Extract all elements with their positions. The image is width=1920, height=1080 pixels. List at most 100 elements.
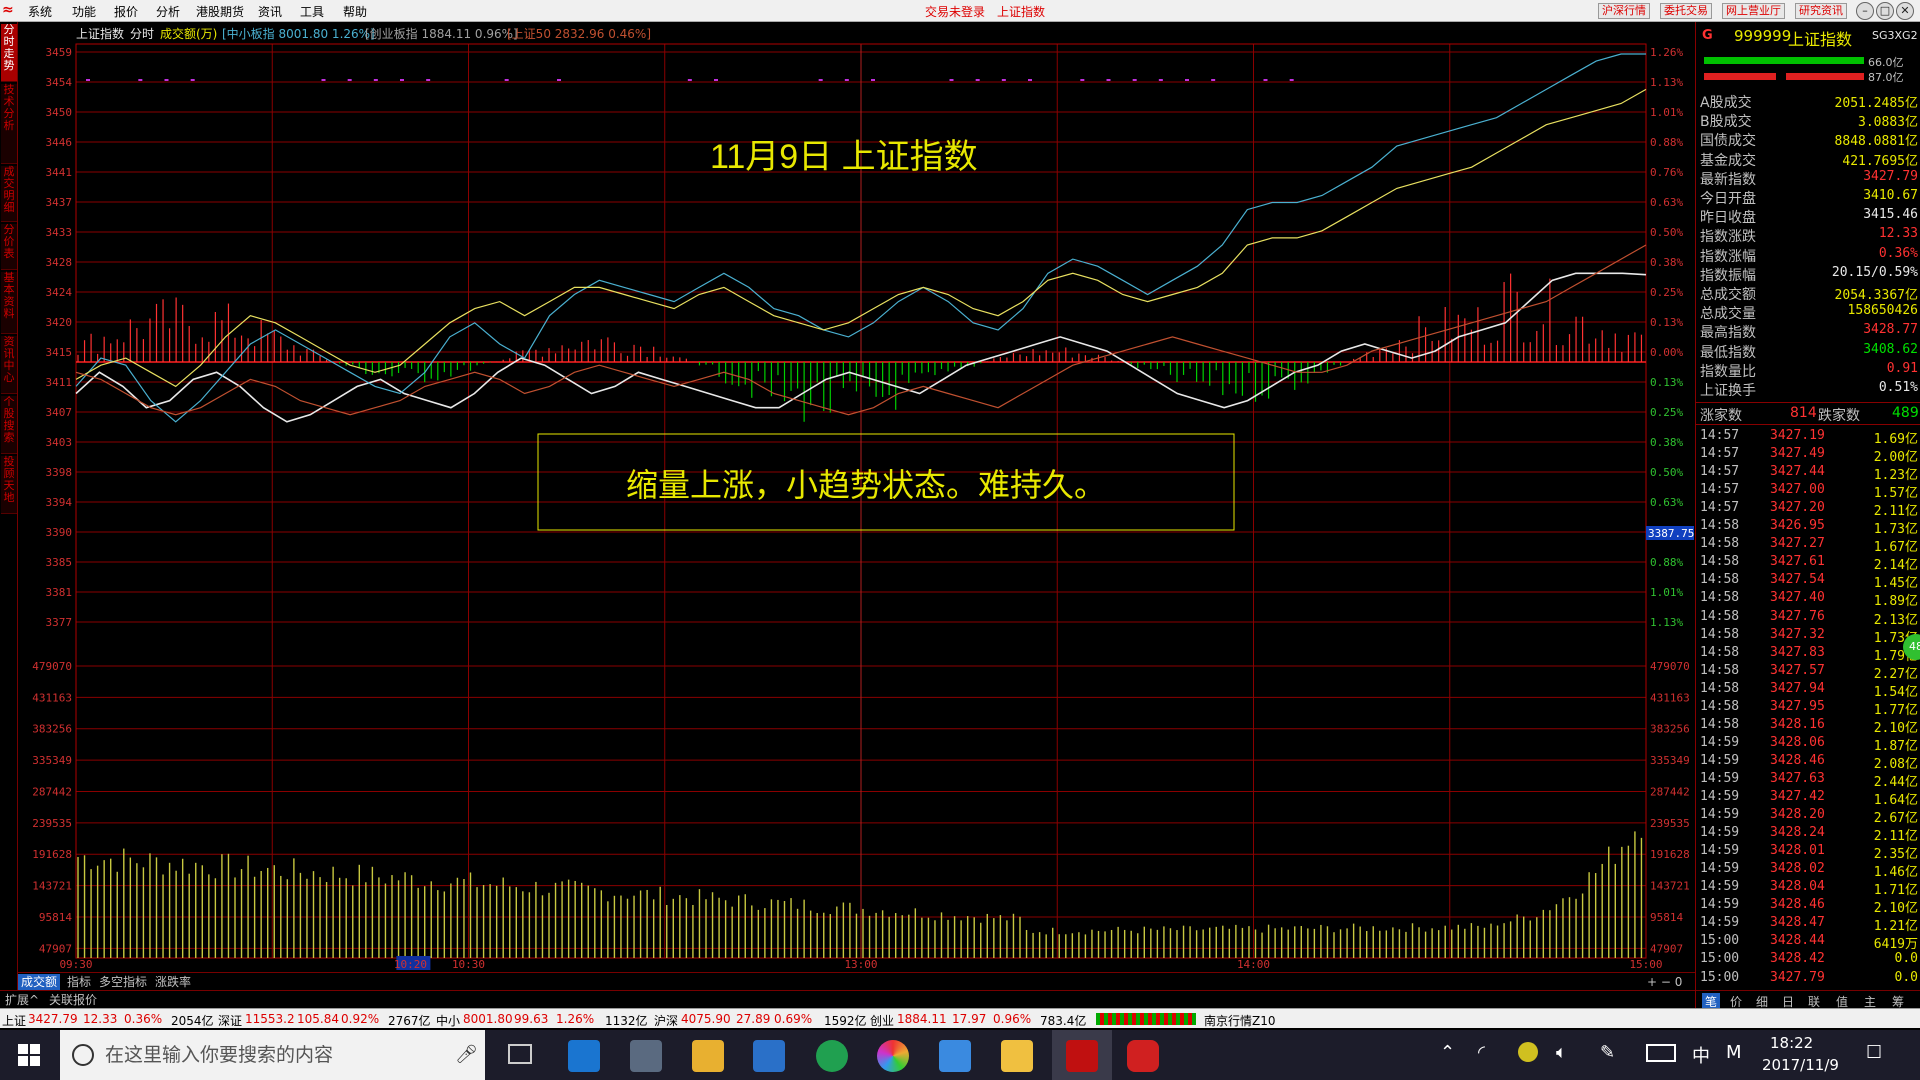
ime-mode[interactable]: 中 (1692, 1042, 1710, 1068)
sidebar-tab-fundamentals[interactable]: 基本资料 (1, 272, 17, 334)
search-circle-icon (72, 1044, 94, 1066)
minimize-icon[interactable]: – (1856, 2, 1874, 20)
zoom-controls[interactable]: + − 0 (1644, 974, 1685, 990)
chart-mode[interactable]: 分时 (130, 27, 154, 41)
close-icon[interactable]: ✕ (1896, 2, 1914, 20)
tick-price: 3426.95 (1770, 518, 1825, 534)
menu-analysis[interactable]: 分析 (156, 3, 180, 20)
extension-bar: 扩展^ 关联报价 (0, 990, 1695, 1008)
tick-time: 14:58 (1700, 698, 1740, 714)
index-gem: [创业板指 1884.11 0.96%] (365, 26, 518, 41)
stat-label: 最新指数 (1700, 171, 1756, 188)
order-trade-button[interactable]: 委托交易 (1660, 3, 1712, 19)
research-button[interactable]: 研究资讯 (1795, 3, 1847, 19)
tick-row: 14:59 3428.01 2.35亿 (1700, 843, 1918, 862)
edge-browser-icon[interactable] (568, 1040, 600, 1072)
active-app-slot[interactable] (1052, 1030, 1112, 1080)
volume-tick-label: 47907 (39, 942, 72, 955)
taskbar-search-input[interactable]: 在这里输入你要搜索的内容 (60, 1030, 485, 1080)
network-icon[interactable]: ◜ (1478, 1042, 1485, 1063)
bar2-right (1786, 73, 1864, 80)
stock-app-icon[interactable] (1066, 1040, 1098, 1072)
app-logo-icon[interactable]: ≈ (2, 2, 18, 18)
trade-login-status[interactable]: 交易未登录 (925, 3, 985, 20)
sidebar-tab-news[interactable]: 资讯中心 (1, 336, 17, 394)
status-hs-label[interactable]: 沪深 (654, 1012, 678, 1029)
status-sz-label[interactable]: 深证 (218, 1012, 242, 1029)
pct-tick-label: 0.76% (1650, 166, 1683, 179)
tab-advance-ratio[interactable]: 涨跌率 (152, 974, 194, 990)
security-tray-icon[interactable] (1518, 1042, 1538, 1062)
intraday-chart[interactable]: 3459 3454 3450 3446 3441 3437 3433 3428 3424 3420… (18, 22, 1695, 972)
color-app-icon[interactable] (877, 1040, 909, 1072)
pct-tick-label: 1.01% (1650, 106, 1683, 119)
tick-time: 14:58 (1700, 572, 1740, 588)
volume-tick-label: 479070 (32, 660, 72, 673)
tab-amount[interactable]: 成交额 (18, 974, 61, 990)
citic-app-icon[interactable] (1127, 1040, 1159, 1072)
green-app-icon[interactable] (816, 1040, 848, 1072)
shsz-quote-button[interactable]: 沪深行情 (1598, 3, 1650, 19)
status-gem-label[interactable]: 创业 (870, 1012, 894, 1029)
stat-value: 158650426 (1847, 303, 1918, 319)
tick-price: 3428.20 (1770, 807, 1825, 823)
menu-tools[interactable]: 工具 (300, 3, 324, 20)
sidebar-tab-advisor[interactable]: 投顾天地 (1, 456, 17, 514)
status-server[interactable]: 南京行情Z10 (1204, 1012, 1276, 1029)
adv-count: 814 (1790, 405, 1817, 421)
tick-time: 14:59 (1700, 734, 1740, 750)
related-quotes-button[interactable]: 关联报价 (46, 992, 100, 1008)
tick-price: 3427.83 (1770, 644, 1825, 660)
status-sme-label[interactable]: 中小 (436, 1012, 460, 1029)
tray-up-arrow-icon[interactable]: ⌃ (1440, 1042, 1455, 1063)
volume-tick-label-right: 47907 (1650, 942, 1683, 955)
tick-row: 14:57 3427.20 2.11亿 (1700, 500, 1918, 520)
tab-indicator[interactable]: 指标 (64, 974, 94, 990)
sidebar-tab-intraday[interactable]: 分时走势 (1, 24, 17, 82)
volume-tick-label-right: 143721 (1650, 880, 1690, 893)
status-sh-label[interactable]: 上证 (2, 1012, 26, 1029)
tab-bullbear[interactable]: 多空指标 (96, 974, 150, 990)
pct-tick-label-down: 0.50% (1650, 466, 1683, 479)
pct-tick-label: 1.13% (1650, 76, 1683, 89)
volume-tick-label-right: 335349 (1650, 754, 1690, 767)
menu-hk-futures[interactable]: 港股期货 (196, 3, 244, 20)
tick-amount: 2.11亿 (1873, 504, 1918, 520)
online-hall-button[interactable]: 网上营业厅 (1722, 3, 1785, 19)
sidebar-tab-deals[interactable]: 成交明细 (1, 166, 17, 222)
chart-indicator[interactable]: 成交额(万) (160, 26, 217, 41)
notes-app-icon[interactable] (1001, 1040, 1033, 1072)
clock-time[interactable]: 18:22 (1770, 1034, 1813, 1052)
menu-system[interactable]: 系统 (28, 3, 52, 20)
menu-news[interactable]: 资讯 (258, 3, 282, 20)
maximize-icon[interactable]: □ (1876, 2, 1894, 20)
menu-quote[interactable]: 报价 (114, 3, 138, 20)
expand-button[interactable]: 扩展^ (2, 992, 42, 1008)
task-view-icon[interactable] (508, 1044, 532, 1064)
volume-icon[interactable]: 🔈︎ (1556, 1042, 1567, 1063)
sidebar-tab-technical[interactable]: 技术分析 (1, 84, 17, 164)
volume-tick-label-right: 479070 (1650, 660, 1690, 673)
menu-function[interactable]: 功能 (72, 3, 96, 20)
pen-icon[interactable]: ✎ (1600, 1042, 1615, 1063)
windows-start-icon[interactable] (18, 1044, 40, 1066)
clock-date[interactable]: 2017/11/9 (1762, 1056, 1839, 1074)
notification-icon[interactable]: ☐ (1866, 1042, 1882, 1063)
store-icon[interactable] (753, 1040, 785, 1072)
ime-mode-2[interactable]: M (1726, 1042, 1742, 1063)
file-explorer-icon[interactable] (692, 1040, 724, 1072)
status-gem-v2: 17.97 (952, 1012, 987, 1026)
microphone-icon[interactable]: 🎤︎ (455, 1044, 478, 1065)
feishu-icon[interactable] (939, 1040, 971, 1072)
sidebar-tab-stock-search[interactable]: 个股搜索 (1, 396, 17, 454)
price-tick-label: 3441 (46, 166, 73, 179)
tick-time: 14:57 (1700, 500, 1740, 516)
indicator-tabs: 成交额 指标 多空指标 涨跌率 + − 0 (18, 972, 1695, 990)
menu-help[interactable]: 帮助 (343, 3, 367, 20)
pct-tick-label: 0.38% (1650, 256, 1683, 269)
stat-value: 3415.46 (1863, 207, 1918, 223)
sidebar-tab-price-table[interactable]: 分价表 (1, 224, 17, 270)
keyboard-icon[interactable] (1646, 1044, 1676, 1062)
stat-label: A股成交 (1700, 95, 1752, 111)
remote-desktop-icon[interactable] (630, 1040, 662, 1072)
